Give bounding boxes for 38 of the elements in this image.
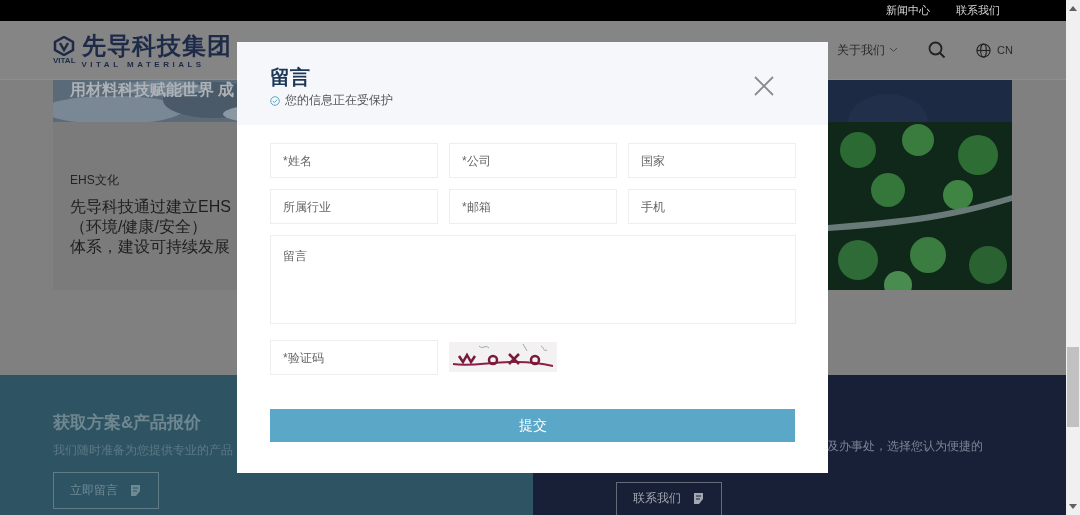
chevron-down-icon [889,47,899,54]
check-circle-icon [270,95,280,106]
close-button[interactable] [754,76,774,96]
contact-text: 及办事处，选择您认为便捷的 [827,438,983,455]
dialog-subtitle: 您的信息正在受保护 [285,92,393,109]
input-field[interactable]: *姓名 [270,143,438,178]
scrollbar[interactable] [1066,0,1080,515]
card-text: 先导科技通过建立EHS （环境/健康/安全） 体系，建设可持续发展 [70,196,231,257]
dialog-title: 留言 [270,65,310,90]
scrollbar-thumb[interactable] [1067,347,1079,427]
nav-menu-item[interactable]: 关于我们 [837,41,899,59]
banner-text: 用材料科技赋能世界 成 [69,80,235,98]
input-field[interactable]: *公司 [449,143,617,178]
scroll-up-icon[interactable] [1069,6,1077,11]
logo-tagline: VITAL MATERIALS [81,59,205,69]
search-icon[interactable] [928,41,947,60]
input-field[interactable]: *邮箱 [449,189,617,224]
input-field[interactable]: 国家 [628,143,796,178]
logo-name: 先导科技集团 [81,31,232,60]
close-icon [754,76,774,96]
captcha-field[interactable]: *验证码 [270,340,438,375]
card-tag: EHS文化 [70,171,119,189]
logo-icon [53,35,76,56]
language-label[interactable]: CN [997,44,1013,57]
scroll-down-icon[interactable] [1069,504,1077,509]
logo-badge-text: VITAL [53,55,76,65]
submit-button[interactable]: 提交 [270,409,795,442]
input-field[interactable]: 手机 [628,189,796,224]
top-link[interactable]: 新闻中心 [886,3,930,19]
contact-button[interactable]: 联系我们 [616,482,722,515]
note-icon [130,484,142,497]
captcha-image[interactable] [449,342,557,372]
cta-title: 获取方案&产品报价 [53,412,202,434]
globe-icon[interactable] [976,42,992,58]
input-field[interactable]: 所属行业 [270,189,438,224]
message-field[interactable]: 留言 [270,235,796,324]
note-icon [693,492,705,506]
top-link[interactable]: 联系我们 [956,3,1000,19]
